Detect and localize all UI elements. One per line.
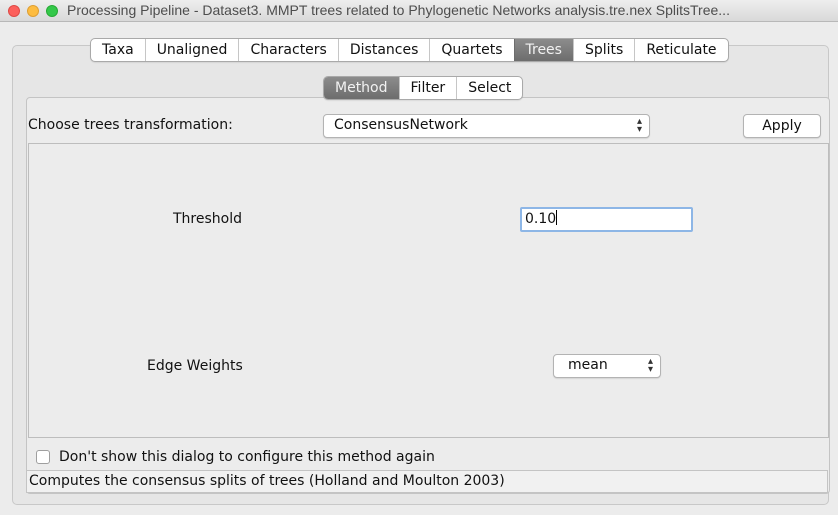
dont-show-checkbox[interactable] [36,450,50,464]
transformation-label: Choose trees transformation: [28,117,233,133]
zoom-window-button[interactable] [46,5,58,17]
up-down-arrows-icon: ▴ ▾ [647,356,653,375]
tab-unaligned[interactable]: Unaligned [144,39,239,61]
tab-distances[interactable]: Distances [337,39,430,61]
dont-show-row: Don't show this dialog to configure this… [36,449,435,465]
sub-tab-bar: Method Filter Select [323,76,524,100]
main-tab-bar: Taxa Unaligned Characters Distances Quar… [90,38,729,62]
window-title: Processing Pipeline - Dataset3. MMPT tre… [67,2,730,18]
threshold-value: 0.10 [525,211,557,227]
transformation-select-value: ConsensusNetwork [334,117,468,133]
title-bar: Processing Pipeline - Dataset3. MMPT tre… [0,0,838,22]
minimize-window-button[interactable] [27,5,39,17]
tab-reticulate[interactable]: Reticulate [634,39,727,61]
tab-quartets[interactable]: Quartets [429,39,513,61]
edge-weights-select[interactable]: mean ▴ ▾ [553,354,661,378]
threshold-label: Threshold [173,211,242,227]
edge-weights-label: Edge Weights [147,358,243,374]
subtab-select[interactable]: Select [456,77,522,99]
edge-weights-value: mean [568,357,608,373]
tab-taxa[interactable]: Taxa [91,39,145,61]
subtab-method[interactable]: Method [324,77,399,99]
method-config-area [28,143,829,438]
tab-trees[interactable]: Trees [513,39,573,61]
apply-button[interactable]: Apply [743,114,821,138]
tab-characters[interactable]: Characters [238,39,337,61]
transformation-select[interactable]: ConsensusNetwork ▴ ▾ [323,114,650,138]
method-description: Computes the consensus splits of trees (… [26,470,828,493]
dont-show-label[interactable]: Don't show this dialog to configure this… [59,449,435,465]
text-caret [556,210,558,225]
threshold-input[interactable]: 0.10 [520,207,693,232]
up-down-arrows-icon: ▴ ▾ [636,116,642,135]
close-window-button[interactable] [8,5,20,17]
tab-splits[interactable]: Splits [572,39,634,61]
subtab-filter[interactable]: Filter [398,77,457,99]
